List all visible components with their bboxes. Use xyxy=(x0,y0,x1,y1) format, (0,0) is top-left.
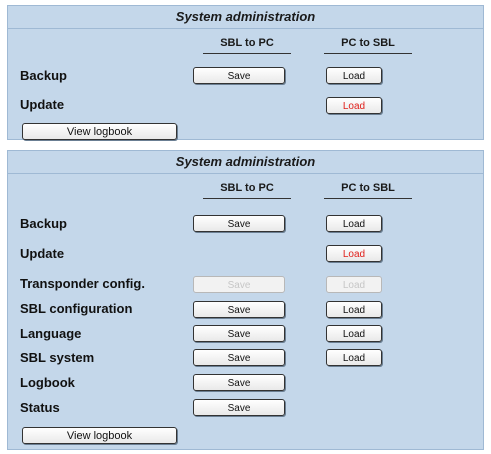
row-label-language: Language xyxy=(20,326,82,341)
column-header-pc-to-sbl: PC to SBL xyxy=(324,37,412,54)
language-load-button[interactable]: Load xyxy=(326,325,382,342)
status-save-button[interactable]: Save xyxy=(193,399,285,416)
sbl-configuration-save-button[interactable]: Save xyxy=(193,301,285,318)
logbook-save-button[interactable]: Save xyxy=(193,374,285,391)
row-label-sbl-configuration: SBL configuration xyxy=(20,301,133,316)
row-label-backup: Backup xyxy=(20,68,67,83)
sbl-system-save-button[interactable]: Save xyxy=(193,349,285,366)
update-load-button[interactable]: Load xyxy=(326,245,382,262)
sbl-configuration-load-button[interactable]: Load xyxy=(326,301,382,318)
backup-save-button[interactable]: Save xyxy=(193,67,285,84)
row-label-update: Update xyxy=(20,97,65,112)
backup-load-button[interactable]: Load xyxy=(326,215,382,232)
row-label-logbook: Logbook xyxy=(20,375,75,390)
transponder-config-save-button: Save xyxy=(193,276,285,293)
system-administration-panel-expanded: System administration SBL to PC PC to SB… xyxy=(7,150,484,450)
backup-load-button[interactable]: Load xyxy=(326,67,382,84)
language-save-button[interactable]: Save xyxy=(193,325,285,342)
column-header-pc-to-sbl: PC to SBL xyxy=(324,182,412,199)
view-logbook-button[interactable]: View logbook xyxy=(22,123,177,140)
column-header-sbl-to-pc: SBL to PC xyxy=(203,182,291,199)
column-header-sbl-to-pc: SBL to PC xyxy=(203,37,291,54)
row-label-backup: Backup xyxy=(20,216,67,231)
row-label-status: Status xyxy=(20,400,60,415)
sbl-system-load-button[interactable]: Load xyxy=(326,349,382,366)
panel-title: System administration xyxy=(8,6,483,29)
row-label-update: Update xyxy=(20,246,65,261)
update-load-button[interactable]: Load xyxy=(326,97,382,114)
system-administration-panel-collapsed: System administration SBL to PC PC to SB… xyxy=(7,5,484,140)
row-label-sbl-system: SBL system xyxy=(20,350,95,365)
backup-save-button[interactable]: Save xyxy=(193,215,285,232)
row-label-transponder-config: Transponder config. xyxy=(20,276,145,291)
view-logbook-button[interactable]: View logbook xyxy=(22,427,177,444)
transponder-config-load-button: Load xyxy=(326,276,382,293)
panel-title: System administration xyxy=(8,151,483,174)
